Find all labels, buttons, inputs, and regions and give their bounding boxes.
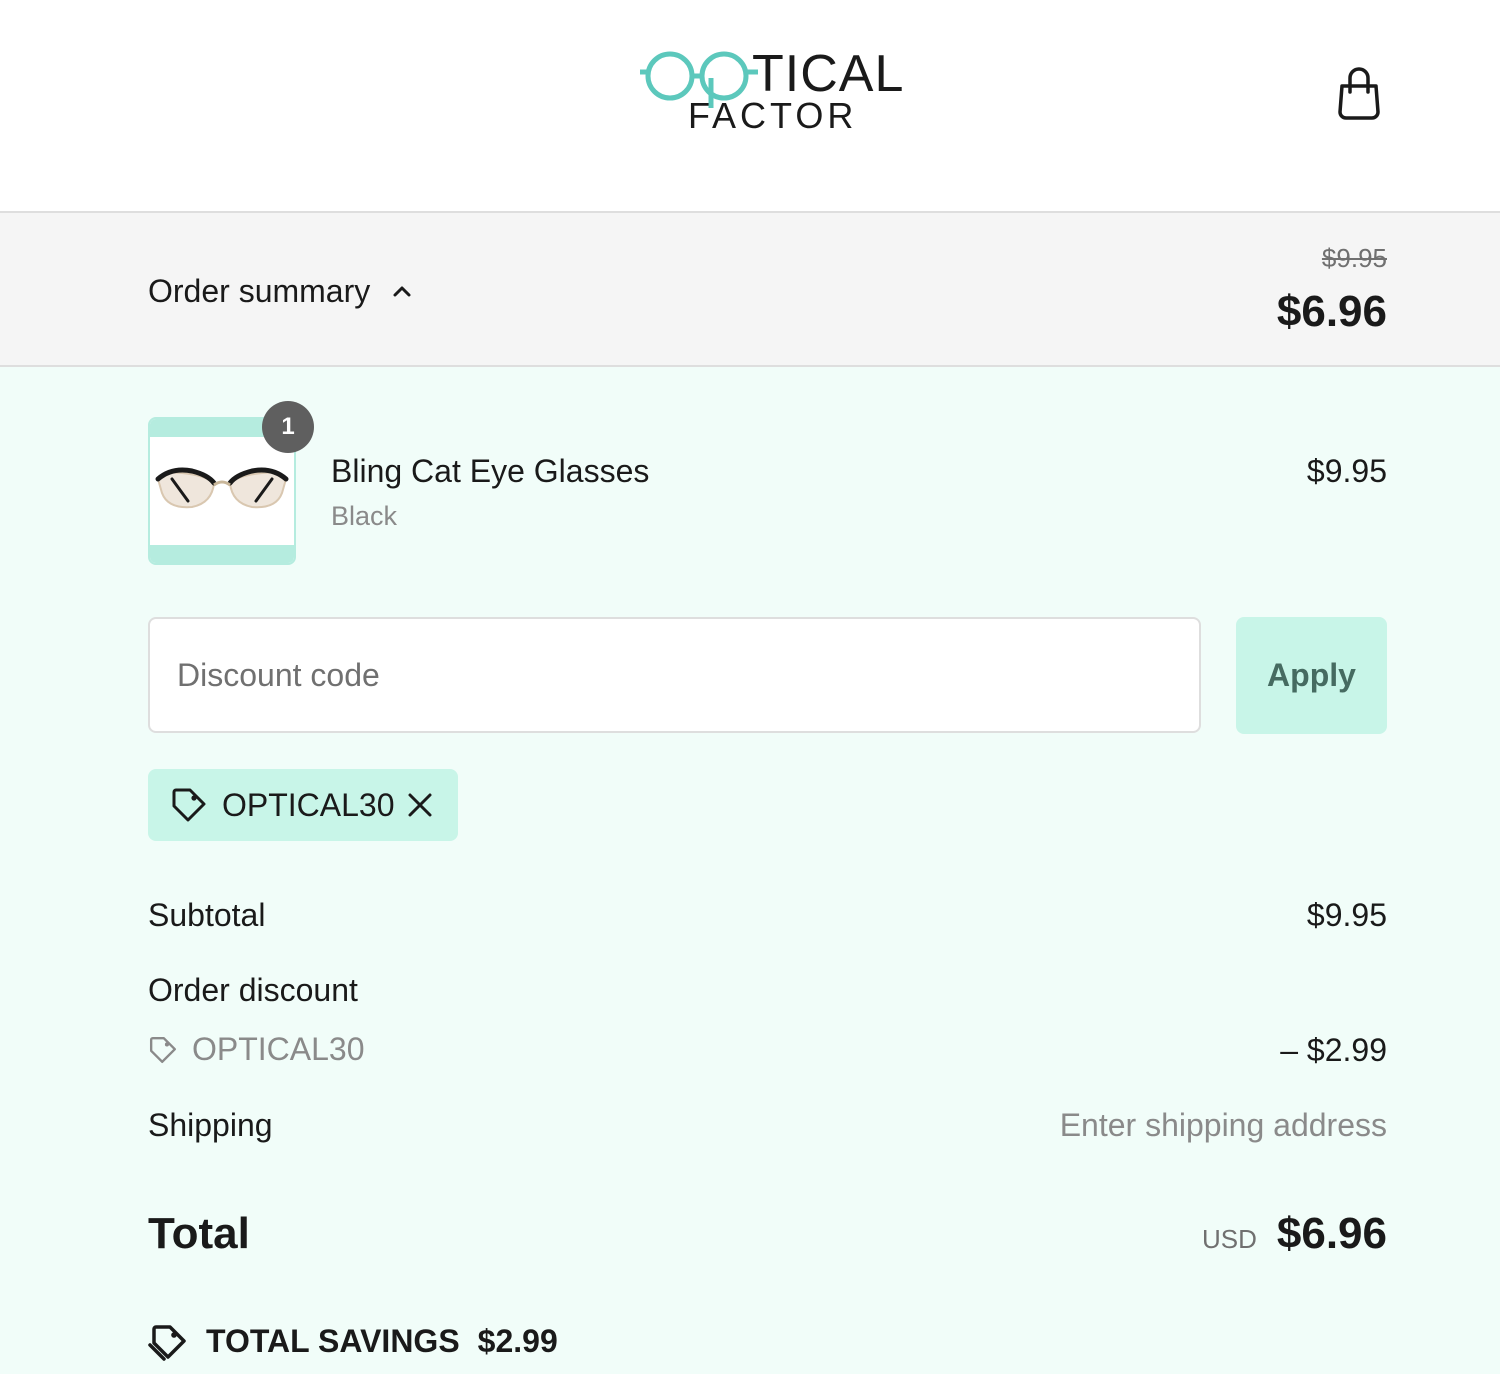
quantity-badge: 1	[262, 401, 314, 453]
total-currency: USD	[1201, 1224, 1257, 1254]
tag-icon	[172, 788, 206, 822]
order-summary-label-group[interactable]: Order summary	[148, 273, 414, 310]
order-summary-panel: 1 Bling Cat Eye Glasses Black $9.95 Appl…	[0, 367, 1500, 1374]
product-name: Bling Cat Eye Glasses	[331, 453, 650, 489]
order-summary-label: Order summary	[148, 273, 371, 309]
savings-tag-icon	[148, 1325, 186, 1361]
applied-discount-code: OPTICAL30	[222, 786, 395, 823]
tag-icon	[149, 1036, 177, 1063]
order-summary-toggle[interactable]: Order summary $9.95 $6.96	[0, 211, 1500, 367]
apply-discount-button[interactable]: Apply	[1236, 617, 1387, 734]
total-amount-group: USD $6.96	[1202, 1209, 1387, 1259]
summary-original-price: $9.95	[1321, 243, 1387, 273]
chevron-up-icon	[393, 286, 411, 296]
total-amount: $6.96	[1276, 1209, 1387, 1258]
thumbnail-band-bottom	[150, 545, 294, 563]
order-discount-label: Order discount	[148, 972, 358, 1008]
product-variant: Black	[331, 501, 398, 531]
cart-button[interactable]	[1334, 64, 1384, 124]
shipping-value: Enter shipping address	[1059, 1107, 1387, 1143]
product-price: $9.95	[1306, 453, 1387, 489]
order-discount-code: OPTICAL30	[192, 1031, 365, 1067]
subtotal-value: $9.95	[1306, 897, 1387, 933]
total-savings: TOTAL SAVINGS $2.99	[148, 1321, 558, 1361]
logo-text-bottom: FACTOR	[688, 95, 858, 136]
subtotal-label: Subtotal	[148, 897, 266, 933]
discount-code-input[interactable]	[148, 617, 1201, 733]
order-discount-value: – $2.99	[1280, 1032, 1387, 1068]
cat-eye-glasses-image	[155, 467, 289, 509]
summary-total-price: $6.96	[1276, 287, 1387, 336]
site-header: TICAL FACTOR	[0, 0, 1500, 212]
order-discount-code-line: OPTICAL30	[148, 1031, 365, 1068]
total-savings-label: TOTAL SAVINGS	[206, 1322, 460, 1359]
shopping-bag-icon	[1338, 67, 1380, 120]
close-icon[interactable]	[406, 791, 434, 819]
shipping-label: Shipping	[148, 1107, 273, 1143]
optical-factor-logo[interactable]: TICAL FACTOR	[640, 44, 903, 136]
applied-discount-chip: OPTICAL30	[148, 769, 458, 841]
total-label: Total	[148, 1209, 250, 1258]
total-savings-value: $2.99	[477, 1322, 558, 1359]
